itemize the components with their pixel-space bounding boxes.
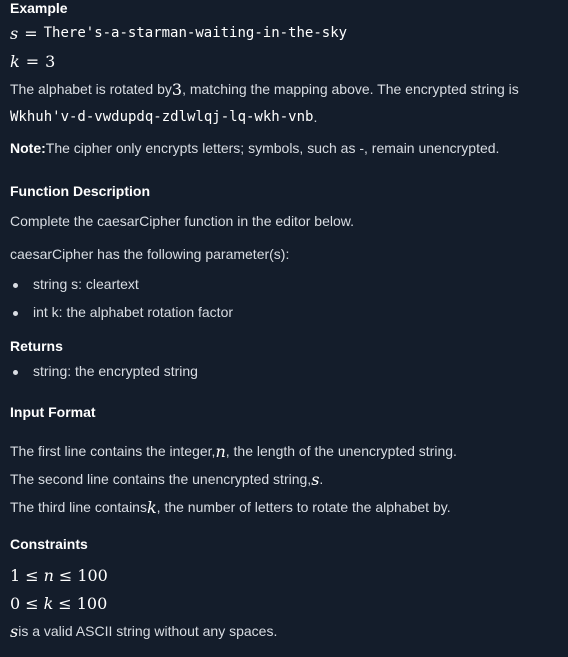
example-section: Example s = There's-a-starman-waiting-in… xyxy=(10,0,558,166)
leq-sign: ≤ xyxy=(58,594,72,613)
constraint-k: 0 ≤ k ≤ 100 xyxy=(10,590,558,618)
param-text: int k: the alphabet rotation factor xyxy=(33,304,234,321)
equals-sign: = xyxy=(25,52,40,71)
text: is a valid ASCII string without any spac… xyxy=(18,623,278,640)
example-explanation: The alphabet is rotated by 3, matching t… xyxy=(10,76,558,104)
constraint-s: s is a valid ASCII string without any sp… xyxy=(10,618,558,646)
note-text: The cipher only encrypts letters; symbol… xyxy=(45,140,500,157)
encrypted-string: Wkhuh'v-d-vwdupdq-zdlwlqj-lq-wkh-vnb xyxy=(10,109,314,126)
returns-heading: Returns xyxy=(10,338,63,354)
text: The first line contains the integer, xyxy=(10,443,216,460)
var-s: s xyxy=(10,622,19,641)
text: , matching the mapping above. The encryp… xyxy=(182,81,519,98)
bullet-icon xyxy=(13,282,18,288)
bullet-icon xyxy=(13,310,18,316)
constraint-upper: 100 xyxy=(77,566,108,585)
note-label: Note: xyxy=(10,140,46,157)
text: , the number of letters to rotate the al… xyxy=(156,499,451,516)
function-description-heading: Function Description xyxy=(10,183,150,199)
example-k-line: k = 3 xyxy=(10,48,558,76)
constraints-heading: Constraints xyxy=(10,536,88,552)
input-format-heading: Input Format xyxy=(10,404,96,420)
function-description-line1: Complete the caesarCipher function in th… xyxy=(10,212,354,229)
example-k-value: 3 xyxy=(45,52,56,71)
returns-section: Returns string: the encrypted string xyxy=(10,338,558,386)
text: . xyxy=(319,471,324,488)
input-format-line2: The second line contains the unencrypted… xyxy=(10,466,558,494)
var-s: s xyxy=(10,24,19,43)
returns-text: string: the encrypted string xyxy=(33,363,198,380)
var-k: k xyxy=(146,498,157,517)
constraint-lower: 1 xyxy=(10,566,21,585)
returns-list: string: the encrypted string xyxy=(10,358,558,386)
leq-sign: ≤ xyxy=(25,566,39,585)
list-item: int k: the alphabet rotation factor xyxy=(10,299,558,327)
example-heading: Example xyxy=(10,0,68,16)
constraint-upper: 100 xyxy=(76,594,108,613)
text: The third line contains xyxy=(10,499,147,516)
list-item: string: the encrypted string xyxy=(10,358,558,386)
parameter-list: string s: cleartext int k: the alphabet … xyxy=(10,271,558,327)
example-note: Note: The cipher only encrypts letters; … xyxy=(10,132,558,166)
function-description-section: Function Description Complete the caesar… xyxy=(10,183,558,327)
constraint-n: 1 ≤ n ≤ 100 xyxy=(10,562,558,590)
example-s-value: There's-a-starman-waiting-in-the-sky xyxy=(43,25,348,42)
leq-sign: ≤ xyxy=(25,594,39,613)
example-s-line: s = There's-a-starman-waiting-in-the-sky xyxy=(10,20,558,48)
bullet-icon xyxy=(13,369,18,375)
rotation-value: 3 xyxy=(171,80,183,99)
text: The second line contains the unencrypted… xyxy=(10,471,312,488)
input-format-line3: The third line contains k, the number of… xyxy=(10,494,558,522)
leq-sign: ≤ xyxy=(58,566,73,585)
input-format-section: Input Format The first line contains the… xyxy=(10,404,558,522)
var-s: s xyxy=(311,470,320,489)
constraint-lower: 0 xyxy=(10,594,21,613)
text: . xyxy=(313,109,318,126)
equals-sign: = xyxy=(24,24,38,43)
constraints-section: Constraints 1 ≤ n ≤ 100 0 ≤ k ≤ 100 s is… xyxy=(10,536,558,646)
var-n: n xyxy=(43,566,54,585)
example-encrypted-line: Wkhuh'v-d-vwdupdq-zdlwlqj-lq-wkh-vnb. xyxy=(10,104,558,132)
problem-statement: Example s = There's-a-starman-waiting-in… xyxy=(0,0,568,657)
var-k: k xyxy=(10,52,20,71)
text: The alphabet is rotated by xyxy=(10,81,172,98)
input-format-line1: The first line contains the integer, n, … xyxy=(10,438,558,466)
list-item: string s: cleartext xyxy=(10,271,558,299)
function-description-line2: caesarCipher has the following parameter… xyxy=(10,245,290,262)
text: , the length of the unencrypted string. xyxy=(225,443,457,460)
var-n: n xyxy=(215,442,226,461)
var-k: k xyxy=(43,594,54,613)
param-text: string s: cleartext xyxy=(33,276,139,293)
